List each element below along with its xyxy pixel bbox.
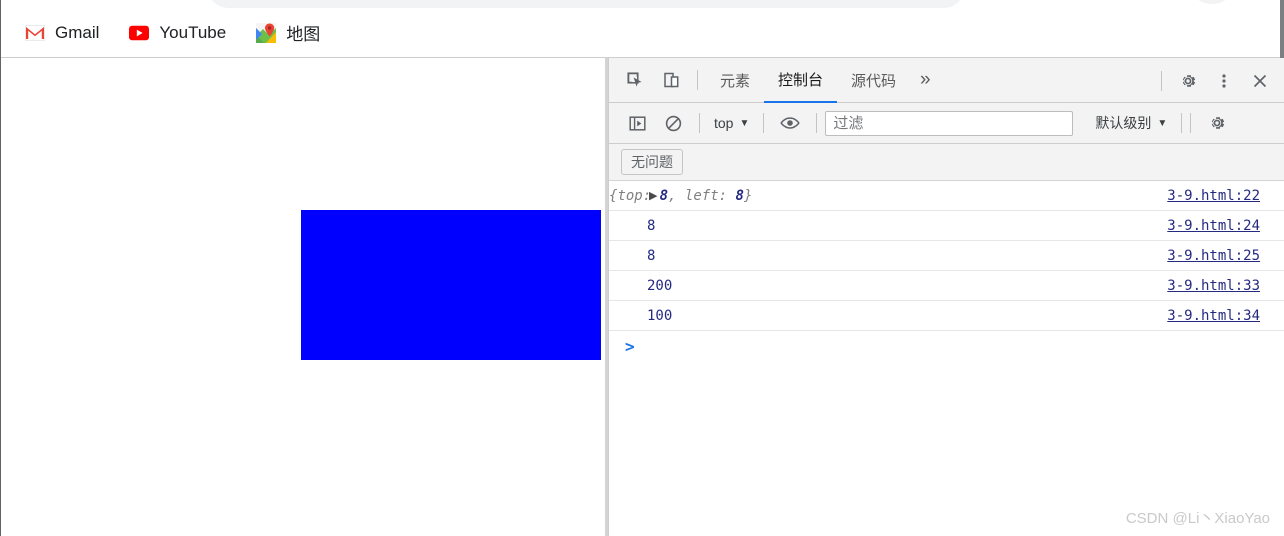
bookmark-youtube[interactable]: YouTube — [121, 18, 234, 48]
bookmark-gmail[interactable]: Gmail — [17, 18, 107, 48]
blue-rectangle — [301, 210, 601, 360]
tab-label: 源代码 — [851, 72, 897, 90]
watermark: CSDN @Li丶XiaoYao — [1125, 510, 1270, 527]
browser-window: Gmail YouTube 地图 元素 控制台 源代码 » top ▼ 过滤 默… — [0, 0, 1284, 536]
filterbar-separator — [699, 113, 700, 133]
console-issues-bar: 无问题 — [609, 144, 1284, 181]
toolbar-separator — [697, 70, 698, 90]
console-filter-input[interactable] — [825, 110, 1074, 136]
log-levels-value: 默认级别 — [1095, 115, 1152, 131]
chevron-down-icon: ▼ — [1157, 117, 1168, 129]
tab-label: 元素 — [720, 72, 751, 90]
inspect-element-icon[interactable] — [620, 65, 650, 95]
close-icon[interactable] — [1245, 66, 1275, 96]
filterbar-separator — [1190, 113, 1192, 133]
no-issues-button[interactable]: 无问题 — [621, 149, 683, 175]
console-filterbar: top ▼ 默认级别 ▼ — [609, 103, 1284, 144]
object-comma: , — [668, 187, 677, 204]
toolbar-separator — [1161, 70, 1162, 91]
console-row[interactable]: 8 3-9.html:25 — [609, 241, 1284, 271]
bookmark-label: 地图 — [286, 25, 321, 44]
device-toolbar-icon[interactable] — [656, 65, 686, 95]
object-value: 8 — [659, 187, 669, 204]
execution-context-dropdown[interactable]: top ▼ — [708, 111, 755, 135]
clear-console-icon[interactable] — [658, 108, 688, 138]
object-close-brace: } — [743, 187, 753, 204]
console-row[interactable]: ▶ {top: 8, left: 8} 3-9.html:22 — [609, 181, 1284, 211]
devtools-panel: 元素 控制台 源代码 » top ▼ 过滤 默认级别 ▼ 无问题 ▶ {top:… — [608, 58, 1284, 536]
live-expression-icon[interactable] — [775, 108, 805, 138]
object-key: left: — [684, 187, 728, 204]
console-message-text: 100 — [647, 307, 673, 324]
console-message-text: 8 — [647, 217, 656, 234]
tab-elements[interactable]: 元素 — [706, 58, 764, 103]
object-value: 8 — [735, 187, 744, 204]
profile-avatar-arc — [1196, 0, 1228, 4]
more-vertical-icon[interactable] — [1209, 66, 1239, 96]
log-levels-dropdown[interactable]: 默认级别 ▼ — [1089, 111, 1173, 135]
filterbar-separator — [763, 113, 765, 133]
tabs-overflow-button[interactable]: » — [910, 58, 941, 103]
gmail-icon — [25, 23, 45, 43]
omnibox-remnant — [208, 0, 964, 8]
bookmark-label: Gmail — [55, 22, 100, 42]
tab-console[interactable]: 控制台 — [764, 58, 838, 103]
console-sidebar-icon[interactable] — [622, 108, 652, 138]
bookmark-label: YouTube — [159, 22, 227, 42]
console-source-link[interactable]: 3-9.html:34 — [1167, 308, 1260, 324]
page-viewport — [1, 58, 605, 536]
console-source-link[interactable]: 3-9.html:33 — [1167, 278, 1260, 294]
no-issues-label: 无问题 — [631, 154, 673, 170]
expand-triangle-icon[interactable]: ▶ — [649, 189, 657, 202]
gear-icon[interactable] — [1202, 108, 1232, 138]
tab-sources[interactable]: 源代码 — [837, 58, 910, 103]
console-input-prompt[interactable]: > — [609, 331, 1284, 361]
filterbar-separator — [816, 113, 818, 133]
google-maps-icon — [256, 22, 277, 43]
console-source-link[interactable]: 3-9.html:24 — [1167, 218, 1260, 234]
chevron-down-icon: ▼ — [739, 117, 750, 129]
youtube-icon — [129, 23, 150, 43]
execution-context-value: top — [714, 115, 734, 131]
console-source-link[interactable]: 3-9.html:25 — [1167, 248, 1260, 264]
console-row[interactable]: 8 3-9.html:24 — [609, 211, 1284, 241]
filterbar-separator — [1181, 113, 1183, 133]
prompt-caret-icon: > — [625, 336, 635, 356]
console-source-link[interactable]: 3-9.html:22 — [1167, 188, 1260, 204]
console-message-text: 8 — [647, 247, 656, 264]
devtools-tabbar: 元素 控制台 源代码 » — [609, 58, 1284, 103]
console-message-text: 200 — [647, 277, 673, 294]
bookmark-maps[interactable]: 地图 — [248, 18, 328, 48]
devtools-tabbar-actions — [1153, 58, 1278, 103]
chevron-double-right-icon: » — [920, 69, 931, 90]
console-row[interactable]: 100 3-9.html:34 — [609, 301, 1284, 331]
console-row[interactable]: 200 3-9.html:33 — [609, 271, 1284, 301]
bookmarks-bar: Gmail YouTube 地图 — [1, 8, 1280, 57]
object-key: top: — [617, 187, 652, 204]
gear-icon[interactable] — [1173, 66, 1203, 96]
console-message-text: {top: 8, left: 8} — [609, 188, 752, 204]
console-message-list[interactable]: ▶ {top: 8, left: 8} 3-9.html:22 8 3-9.ht… — [609, 181, 1284, 534]
tab-label: 控制台 — [778, 71, 824, 89]
